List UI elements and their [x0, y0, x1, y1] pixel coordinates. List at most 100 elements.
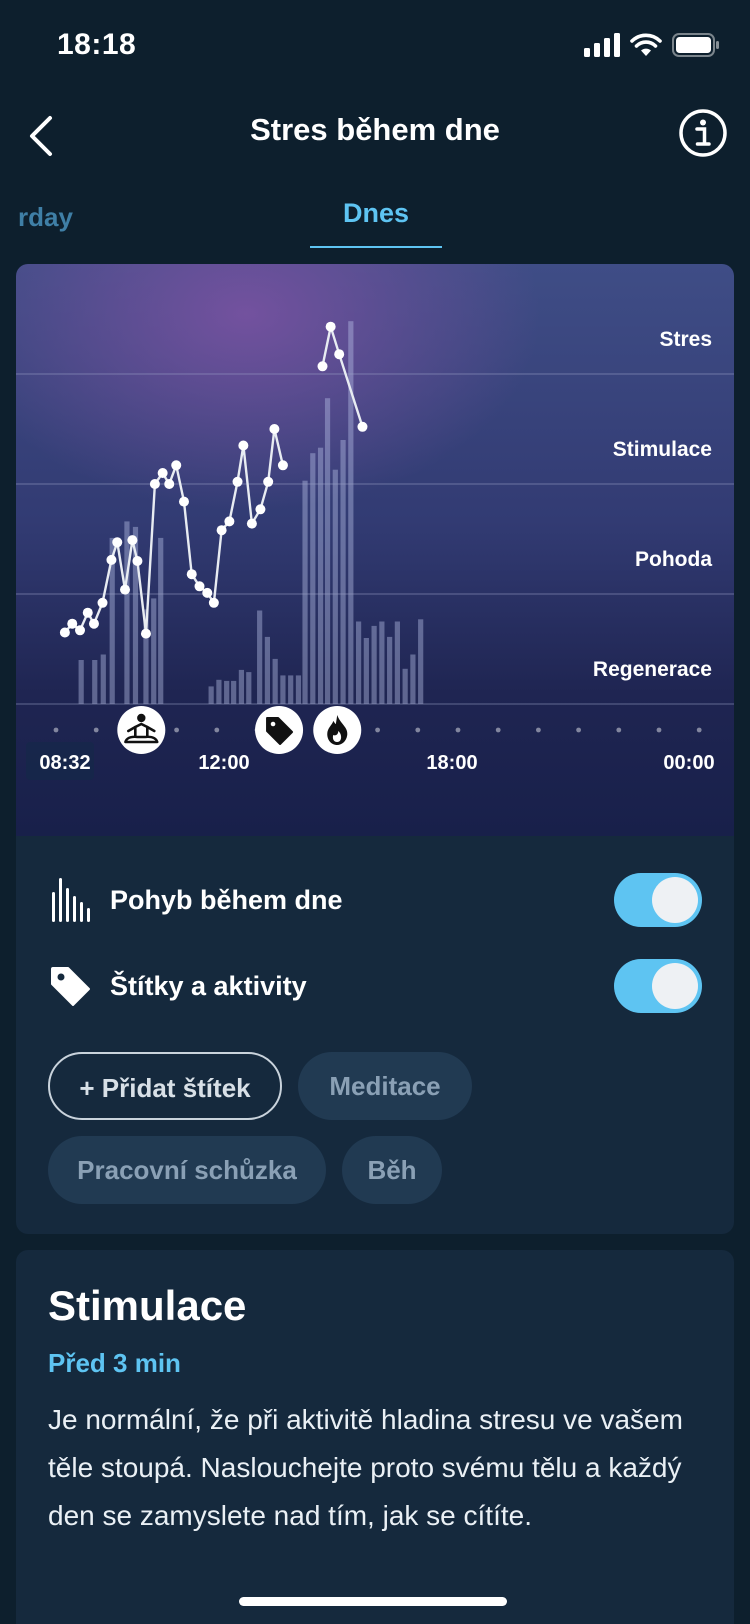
movement-bar [340, 440, 346, 704]
movement-bar [257, 610, 263, 704]
movement-bar [231, 680, 237, 704]
toggle-knob [652, 877, 698, 923]
stress-point [82, 607, 93, 618]
meditation-marker[interactable] [117, 706, 166, 754]
movement-bar [371, 625, 377, 704]
movement-bar [288, 675, 294, 704]
movement-bar [158, 537, 164, 704]
x-tick-label: 08:32 [39, 752, 90, 774]
stress-point [120, 584, 131, 595]
timeline-dot [656, 727, 662, 733]
stress-point [186, 569, 197, 580]
timeline-dot [536, 727, 541, 733]
toggle-switch-tags[interactable] [614, 959, 702, 1013]
movement-bar [387, 636, 393, 704]
movement-bar [302, 480, 308, 704]
stress-chart-card[interactable]: Stres Stimulace Pohoda Regenerace 08:32 … [16, 264, 734, 836]
timeline-dot [455, 727, 461, 733]
movement-bar [317, 447, 324, 704]
movement-bar [418, 619, 424, 704]
movement-bar [264, 636, 271, 704]
tab-today[interactable]: Dnes [310, 198, 442, 229]
tag-marker[interactable] [255, 706, 304, 754]
stress-point [325, 321, 336, 332]
movement-bars-icon [48, 878, 92, 922]
x-tick-label: 00:00 [663, 752, 714, 774]
movement-bar [78, 660, 84, 704]
tag-chip-run[interactable]: Běh [342, 1136, 442, 1204]
info-button[interactable] [678, 108, 728, 158]
movement-bar [238, 669, 245, 704]
timeline-dot [495, 727, 501, 733]
movement-bar [348, 321, 354, 704]
movement-bar [100, 654, 106, 704]
timeline-dot [93, 727, 99, 733]
timeline-markers[interactable] [117, 706, 362, 754]
stress-point [263, 476, 274, 487]
info-title: Stimulace [48, 1282, 247, 1329]
timeline-dot [696, 727, 702, 733]
navigation-bar: Stres během dne [0, 90, 750, 178]
zone-labels: Stres Stimulace Pohoda Regenerace [593, 328, 712, 681]
movement-bar [379, 621, 385, 704]
movement-bar [332, 469, 338, 704]
zone-label-pohoda: Pohoda [635, 548, 712, 571]
status-bar: 18:18 [0, 0, 750, 90]
movement-bar [295, 675, 302, 704]
tag-chip-meditation[interactable]: Meditace [298, 1052, 472, 1120]
stress-point [59, 627, 70, 638]
stress-point [334, 349, 345, 360]
movement-bar [280, 675, 286, 704]
toggle-label-tags: Štítky a aktivity [110, 970, 307, 1001]
flame-marker[interactable] [313, 706, 362, 754]
movement-bar [216, 679, 222, 704]
zone-label-stres: Stres [659, 328, 712, 351]
stress-point [149, 479, 160, 489]
movement-bar [402, 668, 408, 704]
zone-info-card: Stimulace Před 3 min Je normální, že při… [16, 1250, 734, 1624]
tag-chip-meeting[interactable]: Pracovní schůzka [48, 1136, 326, 1204]
toggle-row-movement[interactable]: Pohyb během dne [48, 870, 702, 930]
tag-hole [270, 721, 276, 727]
info-icon [679, 109, 727, 157]
movement-bar [310, 453, 316, 704]
timeline-dot [375, 727, 380, 733]
stress-point [238, 440, 249, 451]
add-tag-button[interactable]: + Přidat štítek [48, 1052, 282, 1120]
zone-label-stimulace: Stimulace [613, 438, 712, 461]
movement-bar [363, 638, 369, 704]
stress-chart[interactable]: Stres Stimulace Pohoda Regenerace 08:32 … [16, 264, 734, 836]
stress-point [277, 460, 288, 471]
stress-point [140, 628, 151, 639]
stress-point [216, 525, 227, 536]
stress-point [357, 421, 368, 432]
tab-yesterday[interactable]: rday [18, 202, 73, 233]
movement-bar [272, 658, 278, 704]
timeline-dot [576, 727, 581, 733]
tag-icon [48, 964, 92, 1008]
toggle-row-tags[interactable]: Štítky a aktivity [48, 956, 702, 1016]
timeline-dot [214, 727, 220, 733]
toggle-label-movement: Pohyb během dne [110, 884, 343, 915]
movement-bar [124, 521, 130, 704]
stress-point [255, 504, 266, 515]
cellular-signal-icon [584, 33, 620, 57]
x-tick-label: 12:00 [198, 752, 249, 774]
wifi-icon [630, 33, 662, 56]
timeline-dot [53, 727, 59, 733]
stress-point [224, 516, 235, 527]
movement-bar [208, 686, 214, 704]
x-tick-label: 18:00 [426, 752, 477, 774]
stress-point [132, 556, 143, 566]
home-indicator [239, 1597, 507, 1606]
info-description: Je normální, že při aktivitě hladina str… [48, 1404, 683, 1531]
toggle-switch-movement[interactable] [614, 873, 702, 927]
stress-point [88, 618, 99, 629]
stress-point [171, 460, 182, 471]
timeline-dot [174, 727, 180, 733]
stress-point [246, 518, 257, 529]
stress-point [232, 476, 243, 487]
movement-bar [246, 672, 252, 704]
stress-point [127, 535, 138, 546]
status-time: 18:18 [57, 28, 137, 61]
